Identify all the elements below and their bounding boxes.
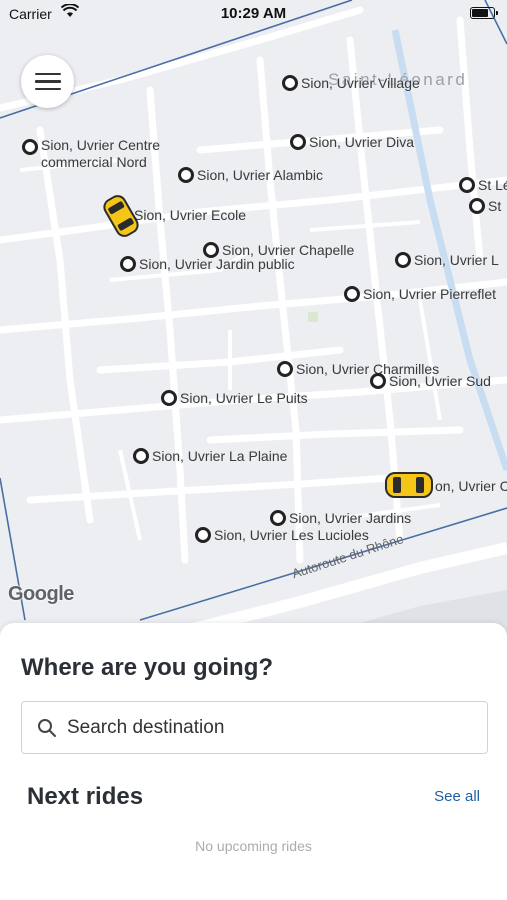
stop-marker[interactable]: Sion, Uvrier Jardins — [270, 510, 411, 526]
stop-label: Sion, Uvrier Centre commercial Nord — [41, 137, 161, 170]
clock: 10:29 AM — [220, 5, 287, 22]
stop-label: Sion, Uvrier La Plaine — [152, 448, 288, 464]
next-rides-title: Next rides — [27, 783, 144, 810]
map-roads — [0, 0, 507, 640]
stop-marker[interactable]: Sion, Uvrier Le Puits — [161, 390, 308, 406]
hamburger-icon-line — [34, 80, 61, 83]
hamburger-icon-line — [34, 87, 61, 91]
stop-label: Sion, Uvrier Alambic — [197, 167, 324, 183]
stop-ring-icon — [161, 390, 177, 406]
stop-marker[interactable]: Sion, Uvrier Diva — [290, 134, 414, 150]
stop-ring-icon — [469, 198, 485, 214]
taxi-car-icon[interactable] — [98, 193, 144, 239]
stop-label: Sion, Uvrier Diva — [309, 134, 415, 150]
stop-marker[interactable]: Sion, Uvrier Les Lucioles — [195, 527, 369, 543]
search-destination-input[interactable]: Search destination — [21, 701, 488, 754]
taxi-car-icon[interactable] — [384, 468, 434, 502]
stop-marker[interactable]: Sion, Uvrier Jardin public — [120, 256, 295, 272]
stop-ring-icon — [395, 252, 411, 268]
stop-label: St — [488, 198, 502, 214]
stop-ring-icon — [459, 177, 475, 193]
search-icon — [38, 718, 56, 737]
stop-marker[interactable]: Sion, Uvrier La Plaine — [133, 448, 287, 464]
stop-ring-icon — [178, 167, 194, 183]
stop-label: Sion, Uvrier Les Lucioles — [214, 527, 369, 543]
stop-marker[interactable]: St — [469, 198, 501, 214]
stop-label: Sion, Uvrier L — [414, 252, 499, 268]
stop-ring-icon — [344, 286, 360, 302]
stop-ring-icon — [195, 527, 211, 543]
stop-ring-icon — [270, 510, 286, 526]
stop-marker[interactable]: Sion, Uvrier Village — [282, 75, 420, 91]
stop-label: Sion, Uvrier Village — [301, 75, 420, 91]
stop-ring-icon — [22, 139, 38, 155]
map-view[interactable]: Saint-Léonard Autoroute du Rhône Google … — [0, 0, 507, 640]
stop-label: on, Uvrier C — [435, 478, 507, 494]
stop-ring-icon — [282, 75, 298, 91]
stop-label: Sion, Uvrier Sud — [389, 373, 491, 389]
battery-icon — [470, 7, 498, 19]
stop-label: Sion, Uvrier Pierreflet — [363, 286, 497, 302]
stop-ring-icon — [120, 256, 136, 272]
bottom-sheet: Where are you going? Search destination … — [0, 623, 507, 900]
stop-marker[interactable]: Sion, Uvrier L — [395, 252, 499, 268]
menu-button[interactable] — [21, 55, 74, 108]
stop-label: Sion, Uvrier Jardin public — [139, 256, 295, 272]
stop-label: Sion, Uvrier Ecole — [134, 207, 247, 223]
stop-marker[interactable]: Sion, Uvrier Pierreflet — [344, 286, 496, 302]
stop-marker[interactable]: Sion, Uvrier Centre commercial Nord — [22, 137, 161, 171]
sheet-title: Where are you going? — [21, 654, 274, 681]
no-rides-message: No upcoming rides — [195, 838, 312, 854]
stop-ring-icon — [133, 448, 149, 464]
stop-marker[interactable]: St Lé — [459, 177, 507, 193]
search-placeholder: Search destination — [67, 716, 225, 738]
google-logo: Google — [8, 583, 74, 605]
stop-marker[interactable]: Sion, Uvrier Alambic — [178, 167, 323, 183]
stop-label: Sion, Uvrier Jardins — [289, 510, 412, 526]
stop-ring-icon — [370, 373, 386, 389]
stop-label: St Lé — [478, 177, 507, 193]
hamburger-icon-line — [34, 72, 61, 76]
stop-ring-icon — [290, 134, 306, 150]
stop-marker[interactable]: Sion, Uvrier Sud — [370, 373, 491, 389]
see-all-link[interactable]: See all — [434, 788, 480, 805]
stop-label: Sion, Uvrier Le Puits — [180, 390, 308, 406]
stop-ring-icon — [277, 361, 293, 377]
status-bar: Carrier 10:29 AM — [0, 0, 507, 28]
